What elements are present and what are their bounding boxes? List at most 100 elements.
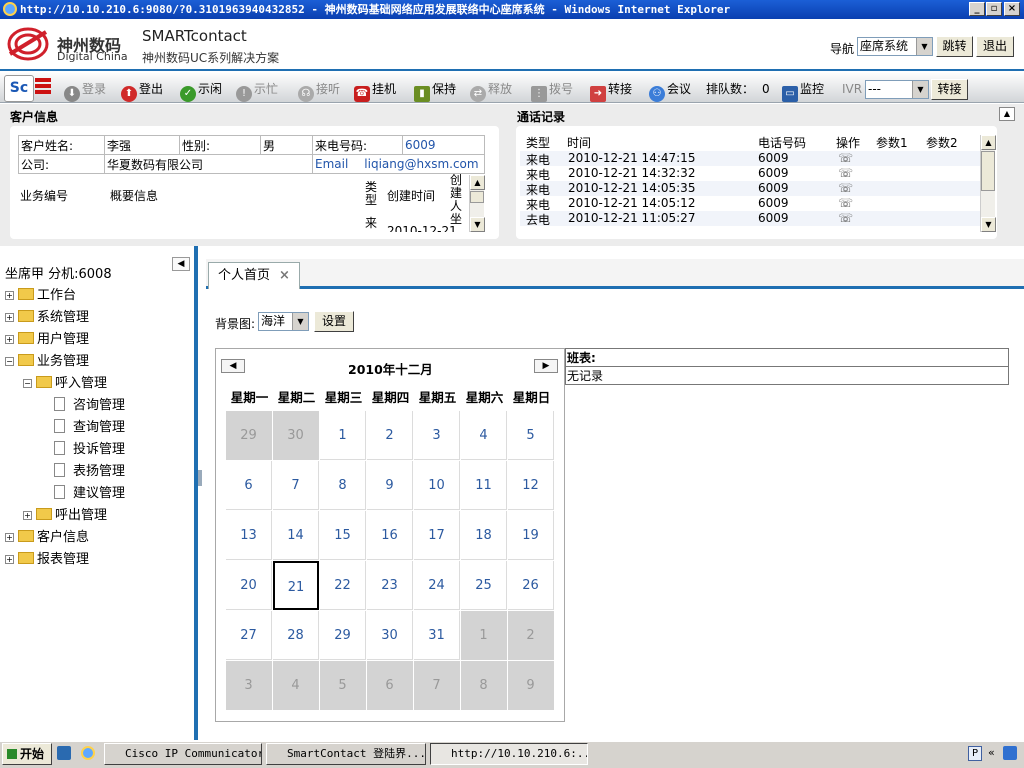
calendar-day[interactable]: 8 [461, 661, 507, 710]
calendar-day[interactable]: 22 [320, 561, 366, 610]
calendar-day[interactable]: 28 [273, 611, 319, 660]
conference-button[interactable]: ⚇ 会议 [649, 79, 691, 102]
expand-icon[interactable]: + [5, 335, 14, 344]
answer-button[interactable]: ☊ 接听 [298, 79, 340, 102]
calendar-day[interactable]: 26 [508, 561, 554, 610]
idle-button[interactable]: ✓ 示闲 [180, 79, 222, 102]
set-background-button[interactable]: 设置 [314, 311, 354, 332]
expand-icon[interactable]: + [5, 533, 14, 542]
tree-item[interactable]: 投诉管理 [41, 440, 125, 460]
expand-icon[interactable]: + [5, 555, 14, 564]
scroll-down-icon[interactable]: ▼ [981, 217, 996, 232]
start-button[interactable]: 开始 [2, 743, 52, 765]
maximize-button[interactable]: ▫ [986, 2, 1002, 16]
calllog-row[interactable]: 来电 2010-12-21 14:05:35 6009 ☏ [520, 181, 980, 197]
calendar-day[interactable]: 23 [367, 561, 413, 610]
tree-item[interactable]: 表扬管理 [41, 462, 125, 482]
language-icon[interactable]: P [968, 746, 982, 761]
calendar-day[interactable]: 29 [320, 611, 366, 660]
calllog-row[interactable]: 来电 2010-12-21 14:32:32 6009 ☏ [520, 166, 980, 182]
logout-button[interactable]: ⬆ 登出 [121, 79, 163, 102]
expand-icon[interactable]: + [23, 511, 32, 520]
expand-icon[interactable]: + [5, 313, 14, 322]
calendar-day[interactable]: 5 [508, 411, 554, 460]
tree-item[interactable]: + 报表管理 [5, 550, 89, 570]
desktop-icon[interactable] [57, 746, 71, 760]
busy-button[interactable]: ! 示忙 [236, 79, 278, 102]
next-month-icon[interactable]: ▶ [534, 359, 558, 373]
calendar-day[interactable]: 31 [414, 611, 460, 660]
callback-phone-icon[interactable]: ☏ [838, 151, 853, 165]
tree-item[interactable]: 查询管理 [41, 418, 125, 438]
calendar-day[interactable]: 1 [461, 611, 507, 660]
hold-button[interactable]: ▮ 保持 [414, 79, 456, 102]
calendar-day[interactable]: 5 [320, 661, 366, 710]
calendar-day[interactable]: 14 [273, 511, 319, 560]
prev-month-icon[interactable]: ◀ [221, 359, 245, 373]
nav-select[interactable]: 座席系统 ▼ [857, 37, 933, 56]
tree-item[interactable]: − 业务管理 [5, 352, 89, 372]
scroll-thumb[interactable] [981, 151, 995, 191]
login-button[interactable]: ⬇ 登录 [64, 79, 106, 102]
calendar-day[interactable]: 8 [320, 461, 366, 510]
scroll-thumb[interactable] [470, 191, 484, 203]
tree-item[interactable]: + 系统管理 [5, 308, 89, 328]
calendar-day[interactable]: 4 [273, 661, 319, 710]
calllog-row[interactable]: 来电 2010-12-21 14:47:15 6009 ☏ [520, 151, 980, 167]
customer-scrollbar[interactable]: ▲ ▼ [469, 175, 485, 232]
collapse-icon[interactable]: − [23, 379, 32, 388]
calendar-day[interactable]: 24 [414, 561, 460, 610]
scroll-up-icon[interactable]: ▲ [981, 135, 996, 150]
background-select[interactable]: 海洋 ▼ [258, 312, 309, 331]
calendar-day[interactable]: 12 [508, 461, 554, 510]
calendar-day[interactable]: 13 [226, 511, 272, 560]
collapse-left-icon[interactable]: ◀ [172, 257, 190, 271]
tree-item[interactable]: − 呼入管理 [23, 374, 107, 394]
ie-quicklaunch-icon[interactable] [81, 746, 95, 760]
task-ie[interactable]: http://10.10.210.6:... [430, 743, 588, 765]
calllog-row[interactable]: 去电 2010-12-21 11:05:27 6009 ☏ [520, 211, 980, 227]
collapse-icon[interactable]: − [5, 357, 14, 366]
calendar-day[interactable]: 2 [367, 411, 413, 460]
calendar-day[interactable]: 18 [461, 511, 507, 560]
splitter-handle[interactable] [198, 470, 202, 486]
exit-button[interactable]: 退出 [976, 36, 1014, 57]
calendar-day[interactable]: 3 [414, 411, 460, 460]
tab-home[interactable]: 个人首页 × [208, 262, 300, 289]
calendar-day[interactable]: 6 [226, 461, 272, 510]
ivr-select[interactable]: --- ▼ [865, 80, 929, 99]
close-tab-icon[interactable]: × [279, 268, 290, 283]
tree-item[interactable]: + 客户信息 [5, 528, 89, 548]
calllog-row[interactable]: 来电 2010-12-21 14:05:12 6009 ☏ [520, 196, 980, 212]
calendar-day[interactable]: 30 [367, 611, 413, 660]
ivr-transfer-button[interactable]: 转接 [931, 79, 968, 100]
jump-button[interactable]: 跳转 [936, 36, 973, 57]
tree-item[interactable]: + 呼出管理 [23, 506, 107, 526]
hangup-button[interactable]: ☎ 挂机 [354, 79, 396, 102]
calendar-day[interactable]: 27 [226, 611, 272, 660]
close-button[interactable]: × [1004, 2, 1020, 16]
dial-button[interactable]: ⋮ 拨号 [531, 79, 573, 102]
calendar-day[interactable]: 7 [273, 461, 319, 510]
calendar-day[interactable]: 2 [508, 611, 554, 660]
calendar-day[interactable]: 16 [367, 511, 413, 560]
tray-app-icon[interactable] [1003, 746, 1017, 760]
calendar-day[interactable]: 19 [508, 511, 554, 560]
task-cisco[interactable]: Cisco IP Communicator [104, 743, 262, 765]
expand-icon[interactable]: + [5, 291, 14, 300]
callback-phone-icon[interactable]: ☏ [838, 181, 853, 195]
callback-phone-icon[interactable]: ☏ [838, 196, 853, 210]
calendar-day[interactable]: 30 [273, 411, 319, 460]
minimize-button[interactable]: _ [969, 2, 985, 16]
calendar-day[interactable]: 1 [320, 411, 366, 460]
callback-phone-icon[interactable]: ☏ [838, 211, 853, 225]
calendar-day[interactable]: 15 [320, 511, 366, 560]
calllog-scrollbar[interactable]: ▲ ▼ [980, 135, 996, 232]
calendar-day-today[interactable]: 21 [273, 561, 319, 610]
calendar-day[interactable]: 9 [508, 661, 554, 710]
release-button[interactable]: ⇄ 释放 [470, 79, 512, 102]
task-smartcontact[interactable]: SmartContact 登陆界... [266, 743, 426, 765]
scroll-up-icon[interactable]: ▲ [470, 175, 485, 190]
calendar-day[interactable]: 9 [367, 461, 413, 510]
collapse-icon[interactable]: ▲ [999, 107, 1015, 121]
